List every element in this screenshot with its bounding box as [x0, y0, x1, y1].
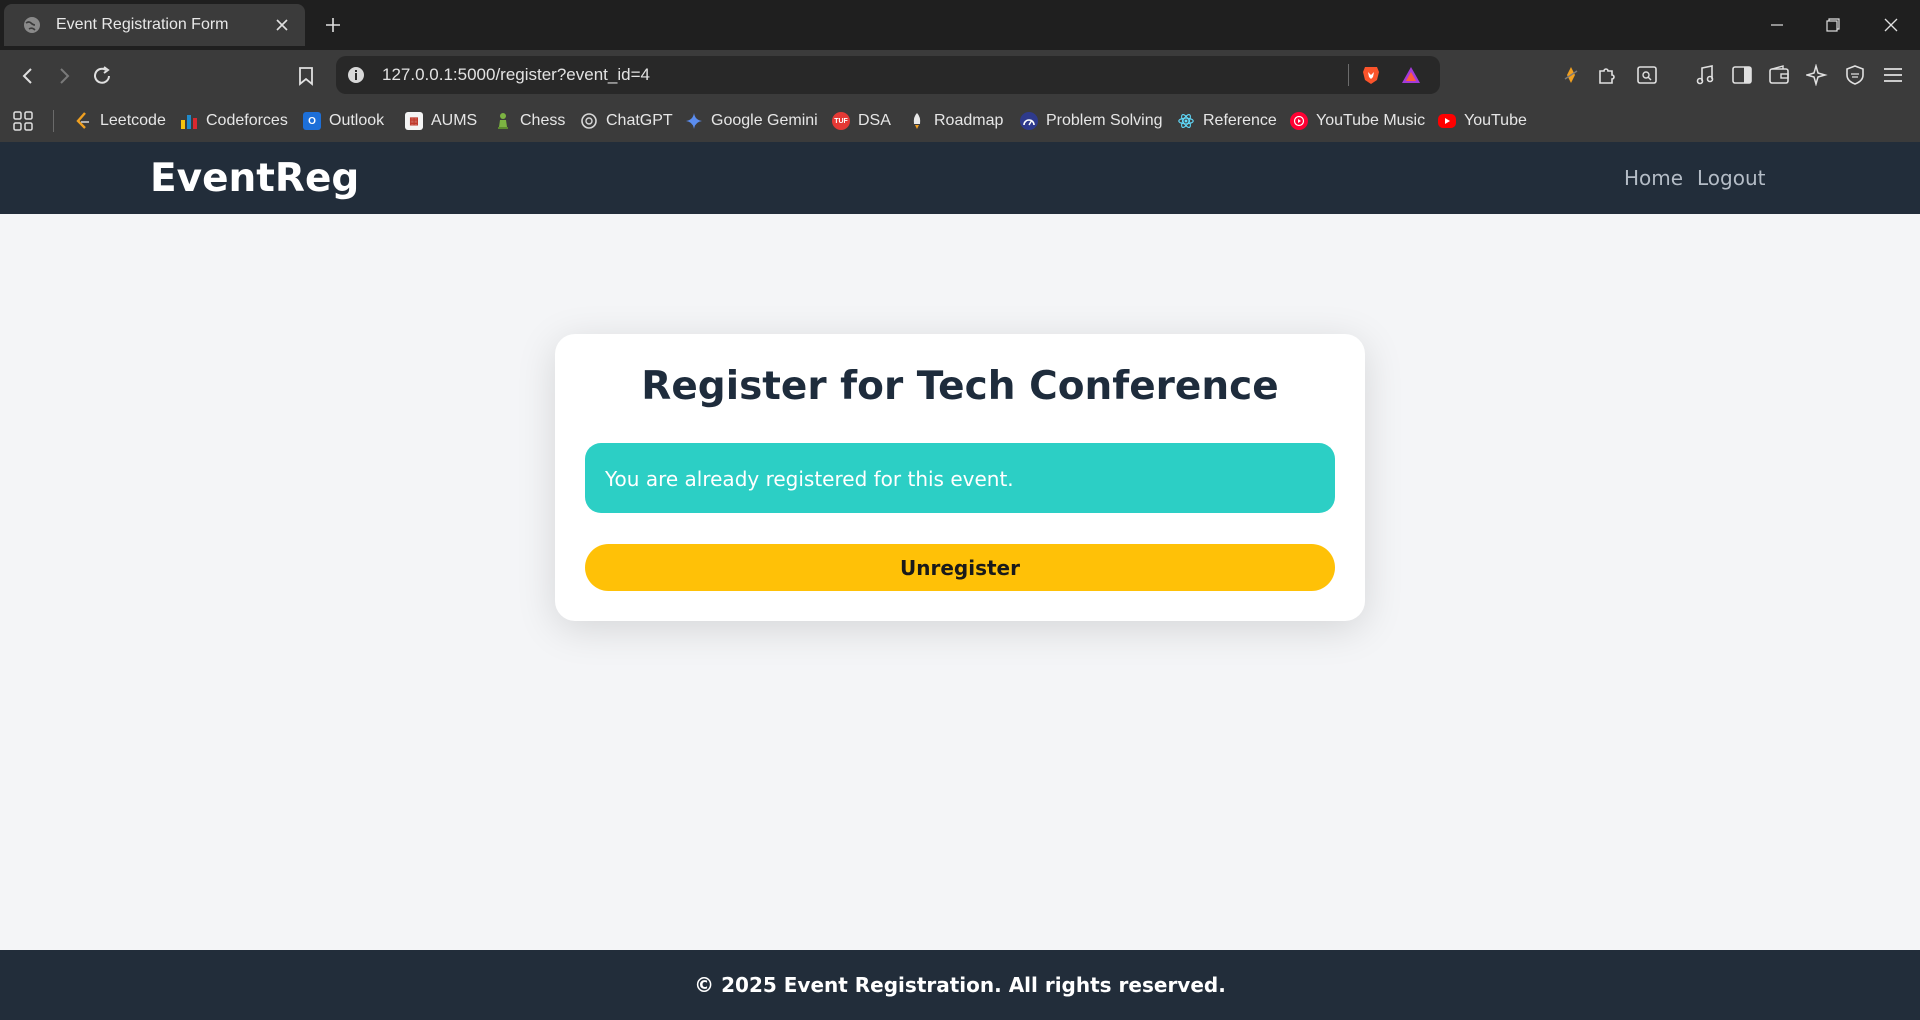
bookmark-codeforces[interactable]: Codeforces	[180, 108, 288, 134]
nav-logout-link[interactable]: Logout	[1697, 166, 1765, 190]
brave-rewards-icon[interactable]	[1398, 62, 1424, 88]
leetcode-icon	[74, 112, 92, 130]
site-info-icon[interactable]	[346, 65, 366, 85]
brave-shields-icon[interactable]	[1358, 62, 1384, 88]
omnibox-divider	[1348, 64, 1349, 86]
globe-icon	[22, 15, 42, 35]
site-brand[interactable]: EventReg	[150, 156, 359, 201]
bookmark-aums[interactable]: ▦ AUMS	[405, 108, 477, 134]
page-title: Register for Tech Conference	[641, 364, 1279, 409]
close-window-icon[interactable]	[1868, 0, 1914, 50]
new-tab-button[interactable]	[320, 12, 346, 38]
bookmark-google-gemini[interactable]: Google Gemini	[685, 108, 818, 134]
bookmark-leetcode[interactable]: Leetcode	[74, 108, 166, 134]
chess-icon	[494, 112, 512, 130]
codeforces-icon	[180, 112, 198, 130]
nav-home-link[interactable]: Home	[1624, 166, 1683, 190]
close-tab-icon[interactable]	[273, 16, 291, 34]
wallet-icon[interactable]	[1766, 62, 1792, 88]
rocket-icon	[908, 112, 926, 130]
tab-title: Event Registration Form	[56, 16, 229, 33]
apps-grid-icon[interactable]	[12, 108, 34, 134]
bookmark-icon[interactable]	[292, 62, 320, 90]
site-navbar: EventReg Home Logout	[0, 142, 1920, 214]
reload-icon[interactable]	[88, 62, 116, 90]
leo-sparkle-icon[interactable]	[1804, 62, 1830, 88]
menu-icon[interactable]	[1880, 62, 1906, 88]
registration-card: Register for Tech Conference You are alr…	[555, 334, 1365, 621]
browser-tab-strip: Event Registration Form	[0, 0, 1920, 50]
youtube-icon	[1438, 114, 1456, 128]
music-icon[interactable]	[1692, 62, 1718, 88]
address-bar[interactable]: 127.0.0.1:5000/register?event_id=4	[336, 56, 1440, 94]
leo-ai-icon[interactable]	[1558, 62, 1584, 88]
youtube-music-icon	[1290, 112, 1308, 130]
extensions-icon[interactable]	[1594, 62, 1620, 88]
sidebar-icon[interactable]	[1729, 62, 1755, 88]
bookmark-chatgpt[interactable]: ChatGPT	[580, 108, 673, 134]
url-text: 127.0.0.1:5000/register?event_id=4	[382, 65, 650, 84]
chatgpt-icon	[580, 112, 598, 130]
bookmarks-bar: Leetcode Codeforces O Outlook ▦ AUMS Che…	[0, 100, 1920, 142]
aums-icon: ▦	[405, 112, 423, 130]
back-icon[interactable]	[14, 62, 42, 90]
screenshot-icon[interactable]	[1634, 62, 1660, 88]
vpn-shield-icon[interactable]	[1842, 62, 1868, 88]
bookmark-reference[interactable]: Reference	[1177, 108, 1277, 134]
bookmark-problem-solving[interactable]: Problem Solving	[1020, 108, 1163, 134]
bookmark-roadmap[interactable]: Roadmap	[908, 108, 1003, 134]
problem-solving-icon	[1020, 112, 1038, 130]
bookmark-youtube[interactable]: YouTube	[1438, 108, 1527, 134]
forward-icon[interactable]	[50, 62, 78, 90]
react-icon	[1177, 112, 1195, 130]
bookmark-outlook[interactable]: O Outlook	[303, 108, 384, 134]
bookmark-dsa[interactable]: TUF DSA	[832, 108, 891, 134]
unregister-button[interactable]: Unregister	[585, 544, 1335, 591]
dsa-icon: TUF	[832, 112, 850, 130]
browser-tab[interactable]: Event Registration Form	[4, 4, 305, 46]
bookmarks-divider	[53, 110, 54, 132]
bookmark-chess[interactable]: Chess	[494, 108, 565, 134]
bookmark-youtube-music[interactable]: YouTube Music	[1290, 108, 1425, 134]
outlook-icon: O	[303, 112, 321, 130]
gemini-icon	[685, 112, 703, 130]
restore-icon[interactable]	[1810, 0, 1856, 50]
already-registered-alert: You are already registered for this even…	[585, 443, 1335, 513]
minimize-icon[interactable]	[1754, 0, 1800, 50]
site-footer: © 2025 Event Registration. All rights re…	[0, 950, 1920, 1020]
